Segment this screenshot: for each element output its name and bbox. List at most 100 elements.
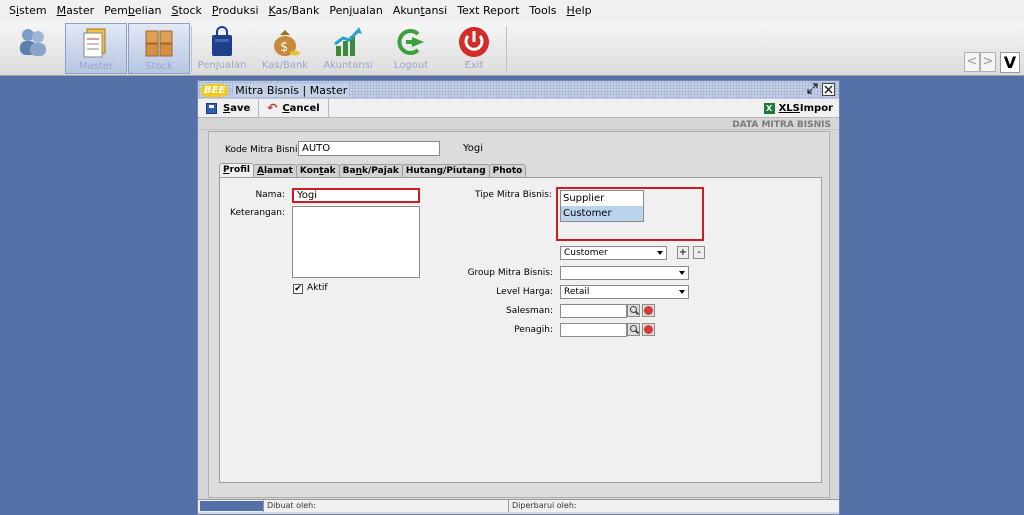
toolbar-akuntansi-button[interactable]: Akuntansi	[317, 23, 379, 74]
dibuat-oleh-label: Dibuat oleh:	[263, 500, 508, 512]
menu-item[interactable]: Master	[52, 0, 100, 22]
chevron-down-icon	[657, 251, 663, 255]
menu-item[interactable]: Pembelian	[99, 0, 166, 22]
xls-label: Impor	[799, 103, 833, 114]
menu-item[interactable]: Stock	[166, 0, 206, 22]
group-mitra-combo[interactable]	[560, 266, 689, 280]
menu-item-label: K	[268, 4, 276, 17]
toolbar-separator	[506, 26, 507, 72]
search-lookup-icon[interactable]	[627, 304, 640, 317]
master-documents-icon	[79, 27, 113, 59]
remove-tipe-button[interactable]: -	[693, 246, 705, 259]
list-item[interactable]: Supplier	[561, 191, 643, 206]
menu-item-label: Text Report	[457, 4, 520, 17]
save-label-mnemonic: S	[223, 102, 231, 114]
add-tipe-button[interactable]: +	[677, 246, 689, 259]
boxes-icon	[142, 27, 176, 59]
menu-item-label: elian	[134, 4, 162, 17]
toolbar-penjualan-button[interactable]: Penjualan	[191, 23, 253, 74]
close-icon[interactable]	[822, 83, 835, 96]
level-harga-value: Retail	[564, 287, 590, 297]
kode-mitra-name: Yogi	[463, 143, 484, 154]
menu-item-label: Pem	[104, 4, 128, 17]
form-panel: Kode Mitra Bisnis: AUTO Yogi Profil Alam…	[208, 131, 830, 498]
menu-item-label: M	[56, 4, 67, 17]
xls-label-mnemonic: XLS	[778, 103, 800, 114]
main-toolbar: Master Stock Penjualan $ Kas/Bank Akunta…	[0, 22, 1024, 76]
keterangan-label: Keterangan:	[230, 208, 285, 218]
tab-profil[interactable]: Profil	[219, 163, 254, 178]
group-mitra-label: Group Mitra Bisnis:	[467, 268, 553, 278]
menu-item-label: ualan	[352, 4, 383, 17]
tab-photo[interactable]: Photo	[488, 164, 527, 178]
menu-item-label: Tools	[529, 4, 557, 17]
clear-icon[interactable]	[642, 304, 655, 317]
status-bar: Dibuat oleh: Diperbarui oleh:	[198, 499, 839, 512]
menu-item[interactable]: Tools	[524, 0, 561, 22]
status-progress	[200, 501, 263, 511]
toolbar-kasbank-button[interactable]: $ Kas/Bank	[254, 23, 316, 74]
toolbar-stock-button[interactable]: Stock	[128, 23, 190, 74]
menu-item-label: ansi	[424, 4, 448, 17]
window-title: Mitra Bisnis | Master	[233, 83, 350, 97]
penagih-input[interactable]	[560, 323, 627, 337]
toolbar-master-label: Master	[78, 61, 114, 72]
tab-kontak[interactable]: Kontak	[295, 164, 340, 178]
save-button[interactable]: Save	[198, 98, 260, 118]
users-icon	[16, 26, 50, 58]
kode-mitra-input[interactable]: AUTO	[298, 141, 440, 156]
tab-hutang-piutang[interactable]: Hutang/Piutang	[401, 164, 490, 178]
profil-tab-content: Nama: Yogi Keterangan: ✔ Aktif Tipe Mitr…	[219, 177, 822, 483]
menu-item[interactable]: Penjualan	[324, 0, 388, 22]
tipe-mitra-combo[interactable]: Customer	[560, 246, 667, 260]
toolbar-penjualan-label: Penjualan	[197, 60, 247, 71]
toolbar-nav-arrows: < >	[964, 52, 996, 72]
menu-item-label: as/Bank	[275, 4, 320, 17]
penagih-label: Penagih:	[514, 325, 553, 335]
menu-item-label: aster	[66, 4, 95, 17]
logout-arrow-icon	[394, 26, 428, 58]
search-lookup-icon[interactable]	[627, 323, 640, 336]
prev-arrow-button[interactable]: <	[964, 52, 980, 72]
save-disk-icon	[206, 102, 217, 114]
mitra-bisnis-window: BEE Mitra Bisnis | Master Save ↶ Cancel …	[197, 80, 840, 515]
next-arrow-button[interactable]: >	[980, 52, 996, 72]
menu-item[interactable]: Sistem	[4, 0, 52, 22]
level-harga-combo[interactable]: Retail	[560, 285, 689, 299]
clear-icon[interactable]	[642, 323, 655, 336]
xls-import-button[interactable]: X XLS Impor	[763, 99, 833, 118]
tab-alamat[interactable]: Alamat	[253, 164, 297, 178]
menu-item-label: elp	[574, 4, 592, 17]
list-item[interactable]: Customer	[561, 206, 643, 221]
toolbar-exit-button[interactable]: Exit	[443, 23, 505, 74]
chevron-down-icon	[679, 271, 685, 275]
toolbar-logout-button[interactable]: Logout	[380, 23, 442, 74]
menu-item[interactable]: Help	[562, 0, 597, 22]
keterangan-textarea[interactable]	[292, 206, 420, 278]
money-bag-icon: $	[268, 26, 302, 58]
toolbar-stock-label: Stock	[145, 61, 173, 72]
restore-icon[interactable]	[806, 83, 819, 96]
action-bar: Save ↶ Cancel X XLS Impor	[198, 98, 839, 118]
menu-item[interactable]: Text Report	[452, 0, 524, 22]
cancel-button[interactable]: ↶ Cancel	[259, 98, 329, 118]
menu-item-label: roduksi	[218, 4, 259, 17]
menu-item[interactable]: Kas/Bank	[264, 0, 325, 22]
svg-text:$: $	[280, 40, 288, 55]
nama-input[interactable]: Yogi	[292, 188, 420, 203]
menu-item[interactable]: Akuntansi	[388, 0, 452, 22]
salesman-input[interactable]	[560, 304, 627, 318]
tipe-mitra-label: Tipe Mitra Bisnis:	[475, 190, 552, 200]
section-divider	[198, 129, 839, 130]
toolbar-master-button[interactable]: Master	[65, 23, 127, 74]
tab-bank-pajak[interactable]: Bank/Pajak	[338, 164, 403, 178]
window-titlebar: BEE Mitra Bisnis | Master	[198, 81, 839, 99]
diperbarui-oleh-label: Diperbarui oleh:	[508, 500, 837, 512]
menu-item-label: stem	[19, 4, 47, 17]
tipe-mitra-list[interactable]: Supplier Customer	[560, 190, 644, 222]
toolbar-kasbank-label: Kas/Bank	[261, 60, 309, 71]
menu-item[interactable]: Produksi	[207, 0, 264, 22]
toolbar-users-button[interactable]	[2, 23, 64, 74]
toolbar-logout-label: Logout	[393, 60, 429, 71]
aktif-checkbox[interactable]: ✔	[293, 284, 303, 294]
